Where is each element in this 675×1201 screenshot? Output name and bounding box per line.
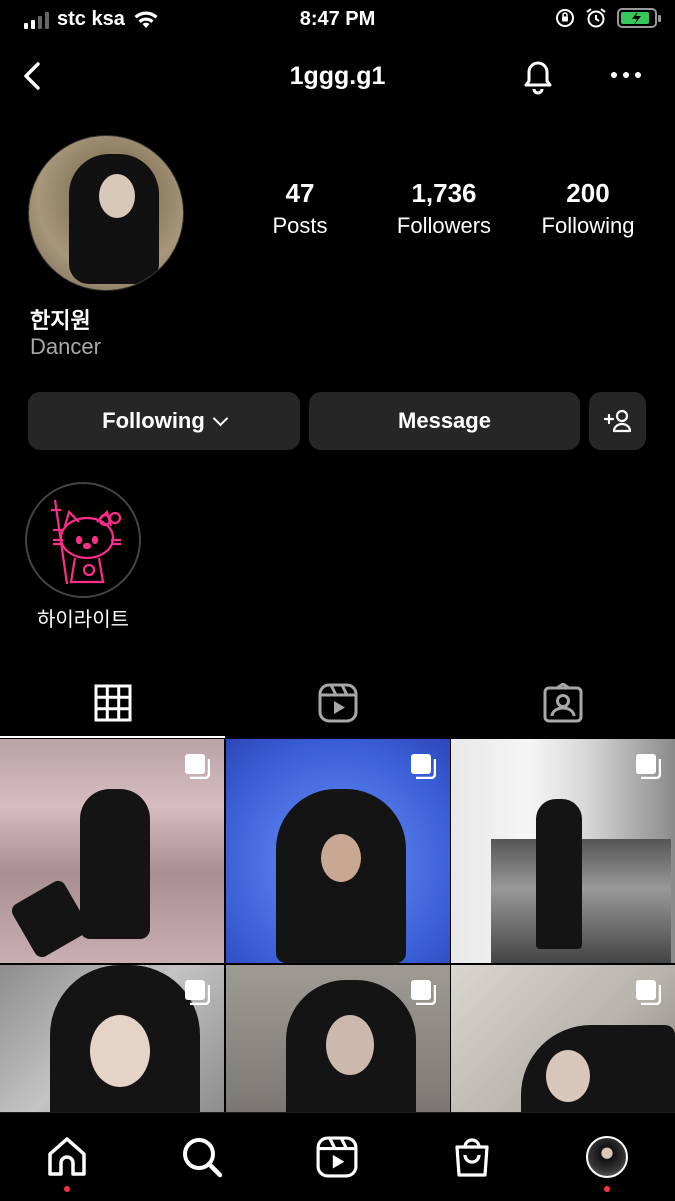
- following-stat[interactable]: 200 Following: [518, 178, 658, 239]
- followers-stat[interactable]: 1,736 Followers: [374, 178, 514, 239]
- search-icon: [183, 1138, 223, 1178]
- reels-icon: [316, 1136, 358, 1178]
- tab-tagged[interactable]: [450, 668, 675, 738]
- multiple-photos-icon: [185, 754, 210, 779]
- nav-shop[interactable]: [448, 1133, 496, 1181]
- following-count: 200: [566, 178, 610, 208]
- more-options-icon[interactable]: [604, 60, 648, 90]
- followers-count: 1,736: [411, 178, 477, 208]
- highlight-label: 하이라이트: [37, 607, 129, 631]
- multiple-photos-icon: [410, 980, 436, 1005]
- posts-label: Posts: [272, 213, 328, 238]
- post-thumbnail[interactable]: [225, 739, 450, 963]
- orientation-lock-icon: [556, 9, 574, 27]
- alarm-icon: [586, 8, 606, 28]
- profile-tabs: [0, 668, 675, 738]
- multiple-photos-icon: [636, 980, 661, 1005]
- tagged-icon: [543, 683, 582, 723]
- profile-avatar-small: [586, 1136, 628, 1178]
- post-thumbnail[interactable]: [451, 739, 675, 963]
- multiple-photos-icon: [636, 754, 661, 779]
- following-label: Following: [541, 213, 635, 238]
- status-bar: stc ksa 8:47 PM: [0, 0, 675, 38]
- following-button-label: Following: [102, 408, 205, 433]
- message-button[interactable]: Message: [309, 392, 580, 450]
- post-thumbnail[interactable]: [0, 739, 224, 963]
- battery-icon: [617, 8, 661, 28]
- bottom-navigation: [0, 1112, 675, 1201]
- reels-icon: [318, 683, 357, 723]
- suggested-users-button[interactable]: [589, 392, 646, 450]
- tab-posts-grid[interactable]: [0, 668, 225, 738]
- nav-home[interactable]: [43, 1133, 91, 1181]
- nav-profile[interactable]: [583, 1133, 631, 1181]
- hello-kitty-highlight-image: [51, 499, 122, 585]
- profile-name: 한지원: [30, 309, 91, 334]
- status-right: [555, 7, 661, 29]
- posts-stat[interactable]: 47 Posts: [230, 178, 370, 239]
- profile-avatar[interactable]: [28, 135, 184, 291]
- home-notification-dot: [64, 1186, 70, 1192]
- add-person-icon: [603, 409, 631, 433]
- multiple-photos-icon: [185, 980, 210, 1005]
- home-icon: [48, 1137, 86, 1176]
- posts-count: 47: [285, 178, 315, 208]
- message-button-label: Message: [398, 408, 491, 433]
- story-highlight[interactable]: [25, 482, 141, 598]
- tab-reels[interactable]: [225, 668, 450, 738]
- nav-reels[interactable]: [313, 1133, 361, 1181]
- grid-icon: [94, 684, 131, 722]
- shop-icon: [455, 1138, 489, 1177]
- chevron-down-icon: [212, 410, 229, 426]
- following-button[interactable]: Following: [28, 392, 300, 450]
- profile-header: 1ggg.g1: [0, 50, 675, 106]
- profile-notification-dot: [604, 1186, 610, 1192]
- followers-label: Followers: [396, 213, 492, 238]
- multiple-photos-icon: [410, 754, 436, 779]
- profile-bio: Dancer: [30, 334, 101, 359]
- bell-icon[interactable]: [516, 54, 560, 98]
- profile-username: 1ggg.g1: [289, 62, 386, 90]
- nav-search[interactable]: [178, 1133, 226, 1181]
